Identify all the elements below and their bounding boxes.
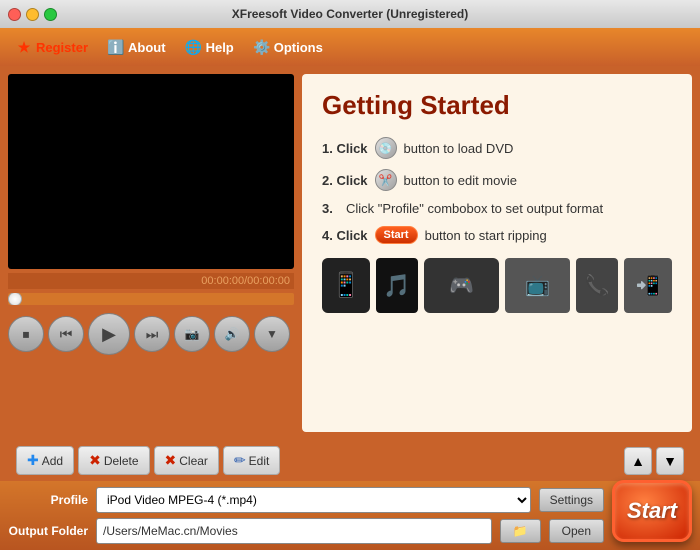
- step-2-text: button to edit movie: [404, 173, 517, 188]
- progress-handle[interactable]: [8, 293, 22, 305]
- step-2-num: 2. Click: [322, 173, 368, 188]
- step-1-text: button to load DVD: [404, 141, 514, 156]
- help-menu-item[interactable]: 🌐 Help: [178, 35, 242, 59]
- main-content: 00:00:00/00:00:00 ⏹ ⏮ ▶ ⏭ 📷 🔊 ▼ Getting …: [0, 66, 700, 440]
- edit-icon: ✏: [234, 452, 246, 469]
- options-icon: ⚙️: [254, 39, 270, 55]
- register-label: Register: [36, 40, 88, 55]
- clear-label: Clear: [179, 454, 208, 468]
- getting-started-list: 1. Click 💿 button to load DVD 2. Click ✂…: [322, 137, 672, 244]
- close-button[interactable]: [8, 8, 21, 21]
- move-up-button[interactable]: ▲: [624, 447, 652, 475]
- help-icon: 🌐: [186, 39, 202, 55]
- open-button[interactable]: Open: [549, 519, 604, 543]
- delete-label: Delete: [104, 454, 139, 468]
- cd-icon: 💿: [375, 137, 397, 159]
- video-preview: [8, 74, 294, 269]
- step-4-num: 4. Click: [322, 228, 368, 243]
- iphone-image: 📱: [322, 258, 370, 313]
- prev-button[interactable]: ⏮: [48, 316, 84, 352]
- audio-button[interactable]: 🔊: [214, 316, 250, 352]
- playback-controls: ⏹ ⏮ ▶ ⏭ 📷 🔊 ▼: [8, 309, 294, 359]
- settings-ctrl-button[interactable]: ▼: [254, 316, 290, 352]
- add-label: Add: [42, 454, 63, 468]
- menu-bar: ★ Register ℹ️ About 🌐 Help ⚙️ Options: [0, 28, 700, 66]
- output-folder-label: Output Folder: [8, 524, 88, 538]
- snapshot-button[interactable]: 📷: [174, 316, 210, 352]
- move-down-button[interactable]: ▼: [656, 447, 684, 475]
- output-folder-input[interactable]: [96, 518, 492, 544]
- edit-button[interactable]: ✏ Edit: [223, 446, 280, 475]
- bottom-bar: Profile iPod Video MPEG-4 (*.mp4) AVI Vi…: [0, 481, 700, 550]
- add-icon: ✚: [27, 452, 39, 469]
- step-3-num: 3.: [322, 201, 342, 216]
- time-display: 00:00:00/00:00:00: [8, 273, 294, 289]
- about-menu-item[interactable]: ℹ️ About: [100, 35, 174, 59]
- step-4-text: button to start ripping: [425, 228, 547, 243]
- psp-image: 🎮: [424, 258, 499, 313]
- delete-icon: ✖: [89, 452, 101, 469]
- profile-select[interactable]: iPod Video MPEG-4 (*.mp4) AVI Video (*.a…: [96, 487, 531, 513]
- output-folder-row: Output Folder 📁 Open: [8, 518, 604, 544]
- step-1: 1. Click 💿 button to load DVD: [322, 137, 672, 159]
- phone2-image: 📲: [624, 258, 672, 313]
- settings-button[interactable]: Settings: [539, 488, 604, 512]
- clear-icon: ✖: [165, 452, 177, 469]
- next-button[interactable]: ⏭: [134, 316, 170, 352]
- register-icon: ★: [16, 39, 32, 55]
- right-panel: Getting Started 1. Click 💿 button to loa…: [302, 74, 692, 432]
- clear-button[interactable]: ✖ Clear: [154, 446, 219, 475]
- window-controls: [8, 8, 57, 21]
- edit-movie-icon: ✂️: [375, 169, 397, 191]
- step-3-text: Click "Profile" combobox to set output f…: [346, 201, 603, 216]
- stop-button[interactable]: ⏹: [8, 316, 44, 352]
- ipod-image: 🎵: [376, 258, 418, 313]
- step-4: 4. Click Start button to start ripping: [322, 226, 672, 244]
- step-1-num: 1. Click: [322, 141, 368, 156]
- minimize-button[interactable]: [26, 8, 39, 21]
- help-label: Help: [206, 40, 234, 55]
- play-button[interactable]: ▶: [88, 313, 130, 355]
- device-images: 📱 🎵 🎮 📺 📞 📲: [322, 258, 672, 313]
- folder-icon: 📁: [513, 524, 528, 538]
- getting-started-title: Getting Started: [322, 90, 672, 121]
- start-button[interactable]: Start: [612, 480, 692, 542]
- start-badge: Start: [375, 226, 418, 244]
- tv-image: 📺: [505, 258, 570, 313]
- profile-row: Profile iPod Video MPEG-4 (*.mp4) AVI Vi…: [8, 487, 604, 513]
- progress-bar[interactable]: [8, 293, 294, 305]
- left-panel: 00:00:00/00:00:00 ⏹ ⏮ ▶ ⏭ 📷 🔊 ▼: [8, 74, 294, 432]
- step-3: 3. Click "Profile" combobox to set outpu…: [322, 201, 672, 216]
- profile-label: Profile: [8, 493, 88, 507]
- add-button[interactable]: ✚ Add: [16, 446, 74, 475]
- action-buttons-row: ✚ Add ✖ Delete ✖ Clear ✏ Edit ▲ ▼: [8, 440, 692, 481]
- edit-label: Edit: [249, 454, 270, 468]
- maximize-button[interactable]: [44, 8, 57, 21]
- about-icon: ℹ️: [108, 39, 124, 55]
- title-bar: XFreesoft Video Converter (Unregistered): [0, 0, 700, 28]
- options-label: Options: [274, 40, 323, 55]
- window-title: XFreesoft Video Converter (Unregistered): [232, 7, 469, 21]
- delete-button[interactable]: ✖ Delete: [78, 446, 149, 475]
- start-label: Start: [627, 498, 677, 524]
- action-btn-group: ✚ Add ✖ Delete ✖ Clear ✏ Edit: [16, 446, 280, 475]
- browse-folder-button[interactable]: 📁: [500, 519, 541, 543]
- about-label: About: [128, 40, 166, 55]
- register-menu-item[interactable]: ★ Register: [8, 35, 96, 59]
- step-2: 2. Click ✂️ button to edit movie: [322, 169, 672, 191]
- phone1-image: 📞: [576, 258, 618, 313]
- options-menu-item[interactable]: ⚙️ Options: [246, 35, 331, 59]
- profile-select-wrapper: iPod Video MPEG-4 (*.mp4) AVI Video (*.a…: [96, 487, 531, 513]
